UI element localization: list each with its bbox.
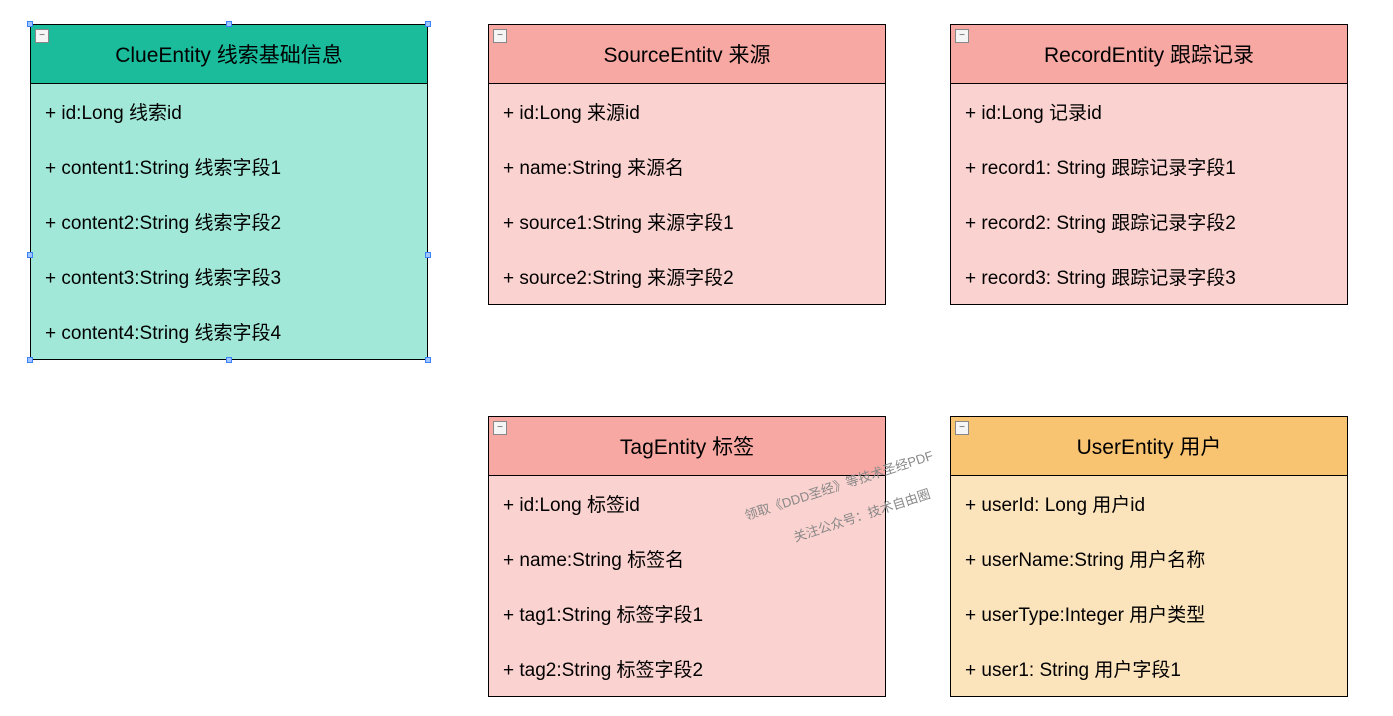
collapse-icon[interactable]: − bbox=[493, 29, 507, 43]
attr-row: + name:String 来源名 bbox=[489, 139, 885, 194]
selection-handle[interactable] bbox=[425, 357, 431, 363]
attr-row: + record3: String 跟踪记录字段3 bbox=[951, 249, 1347, 304]
entity-source-body: + id:Long 来源id + name:String 来源名 + sourc… bbox=[489, 84, 885, 304]
selection-handle[interactable] bbox=[27, 357, 33, 363]
attr-row: + record2: String 跟踪记录字段2 bbox=[951, 194, 1347, 249]
attr-row: + source1:String 来源字段1 bbox=[489, 194, 885, 249]
collapse-icon[interactable]: − bbox=[493, 421, 507, 435]
entity-clue-title: ClueEntity 线索基础信息 bbox=[115, 44, 343, 67]
attr-row: + id:Long 线索id bbox=[31, 84, 427, 139]
entity-record-title: RecordEntity 跟踪记录 bbox=[1044, 44, 1254, 67]
collapse-icon[interactable]: − bbox=[955, 421, 969, 435]
attr-row: + user1: String 用户字段1 bbox=[951, 641, 1347, 696]
attr-row: + id:Long 记录id bbox=[951, 84, 1347, 139]
entity-tag[interactable]: − TagEntity 标签 + id:Long 标签id + name:Str… bbox=[488, 416, 886, 697]
attr-row: + record1: String 跟踪记录字段1 bbox=[951, 139, 1347, 194]
entity-user-header: − UserEntity 用户 bbox=[951, 417, 1347, 476]
selection-handle[interactable] bbox=[27, 252, 33, 258]
attr-row: + content2:String 线索字段2 bbox=[31, 194, 427, 249]
selection-handle[interactable] bbox=[425, 252, 431, 258]
entity-user-body: + userId: Long 用户id + userName:String 用户… bbox=[951, 476, 1347, 696]
attr-row: + content4:String 线索字段4 bbox=[31, 304, 427, 359]
entity-record-body: + id:Long 记录id + record1: String 跟踪记录字段1… bbox=[951, 84, 1347, 304]
collapse-icon[interactable]: − bbox=[955, 29, 969, 43]
attr-row: + id:Long 标签id bbox=[489, 476, 885, 531]
attr-row: + userType:Integer 用户类型 bbox=[951, 586, 1347, 641]
entity-tag-title: TagEntity 标签 bbox=[620, 436, 754, 459]
entity-record-header: − RecordEntity 跟踪记录 bbox=[951, 25, 1347, 84]
attr-row: + name:String 标签名 bbox=[489, 531, 885, 586]
attr-row: + tag1:String 标签字段1 bbox=[489, 586, 885, 641]
attr-row: + content3:String 线索字段3 bbox=[31, 249, 427, 304]
attr-row: + id:Long 来源id bbox=[489, 84, 885, 139]
attr-row: + userName:String 用户名称 bbox=[951, 531, 1347, 586]
selection-handle[interactable] bbox=[425, 21, 431, 27]
entity-record[interactable]: − RecordEntity 跟踪记录 + id:Long 记录id + rec… bbox=[950, 24, 1348, 305]
attr-row: + source2:String 来源字段2 bbox=[489, 249, 885, 304]
attr-row: + userId: Long 用户id bbox=[951, 476, 1347, 531]
selection-handle[interactable] bbox=[27, 21, 33, 27]
attr-row: + tag2:String 标签字段2 bbox=[489, 641, 885, 696]
attr-row: + content1:String 线索字段1 bbox=[31, 139, 427, 194]
entity-tag-header: − TagEntity 标签 bbox=[489, 417, 885, 476]
entity-source-title: SourceEntitv 来源 bbox=[604, 44, 771, 67]
selection-handle[interactable] bbox=[226, 357, 232, 363]
selection-handle[interactable] bbox=[226, 21, 232, 27]
entity-clue-body: + id:Long 线索id + content1:String 线索字段1 +… bbox=[31, 84, 427, 359]
entity-tag-body: + id:Long 标签id + name:String 标签名 + tag1:… bbox=[489, 476, 885, 696]
entity-clue[interactable]: − ClueEntity 线索基础信息 + id:Long 线索id + con… bbox=[30, 24, 428, 360]
collapse-icon[interactable]: − bbox=[35, 29, 49, 43]
entity-clue-header: − ClueEntity 线索基础信息 bbox=[31, 25, 427, 84]
entity-user-title: UserEntity 用户 bbox=[1077, 436, 1222, 459]
entity-source[interactable]: − SourceEntitv 来源 + id:Long 来源id + name:… bbox=[488, 24, 886, 305]
entity-user[interactable]: − UserEntity 用户 + userId: Long 用户id + us… bbox=[950, 416, 1348, 697]
entity-source-header: − SourceEntitv 来源 bbox=[489, 25, 885, 84]
